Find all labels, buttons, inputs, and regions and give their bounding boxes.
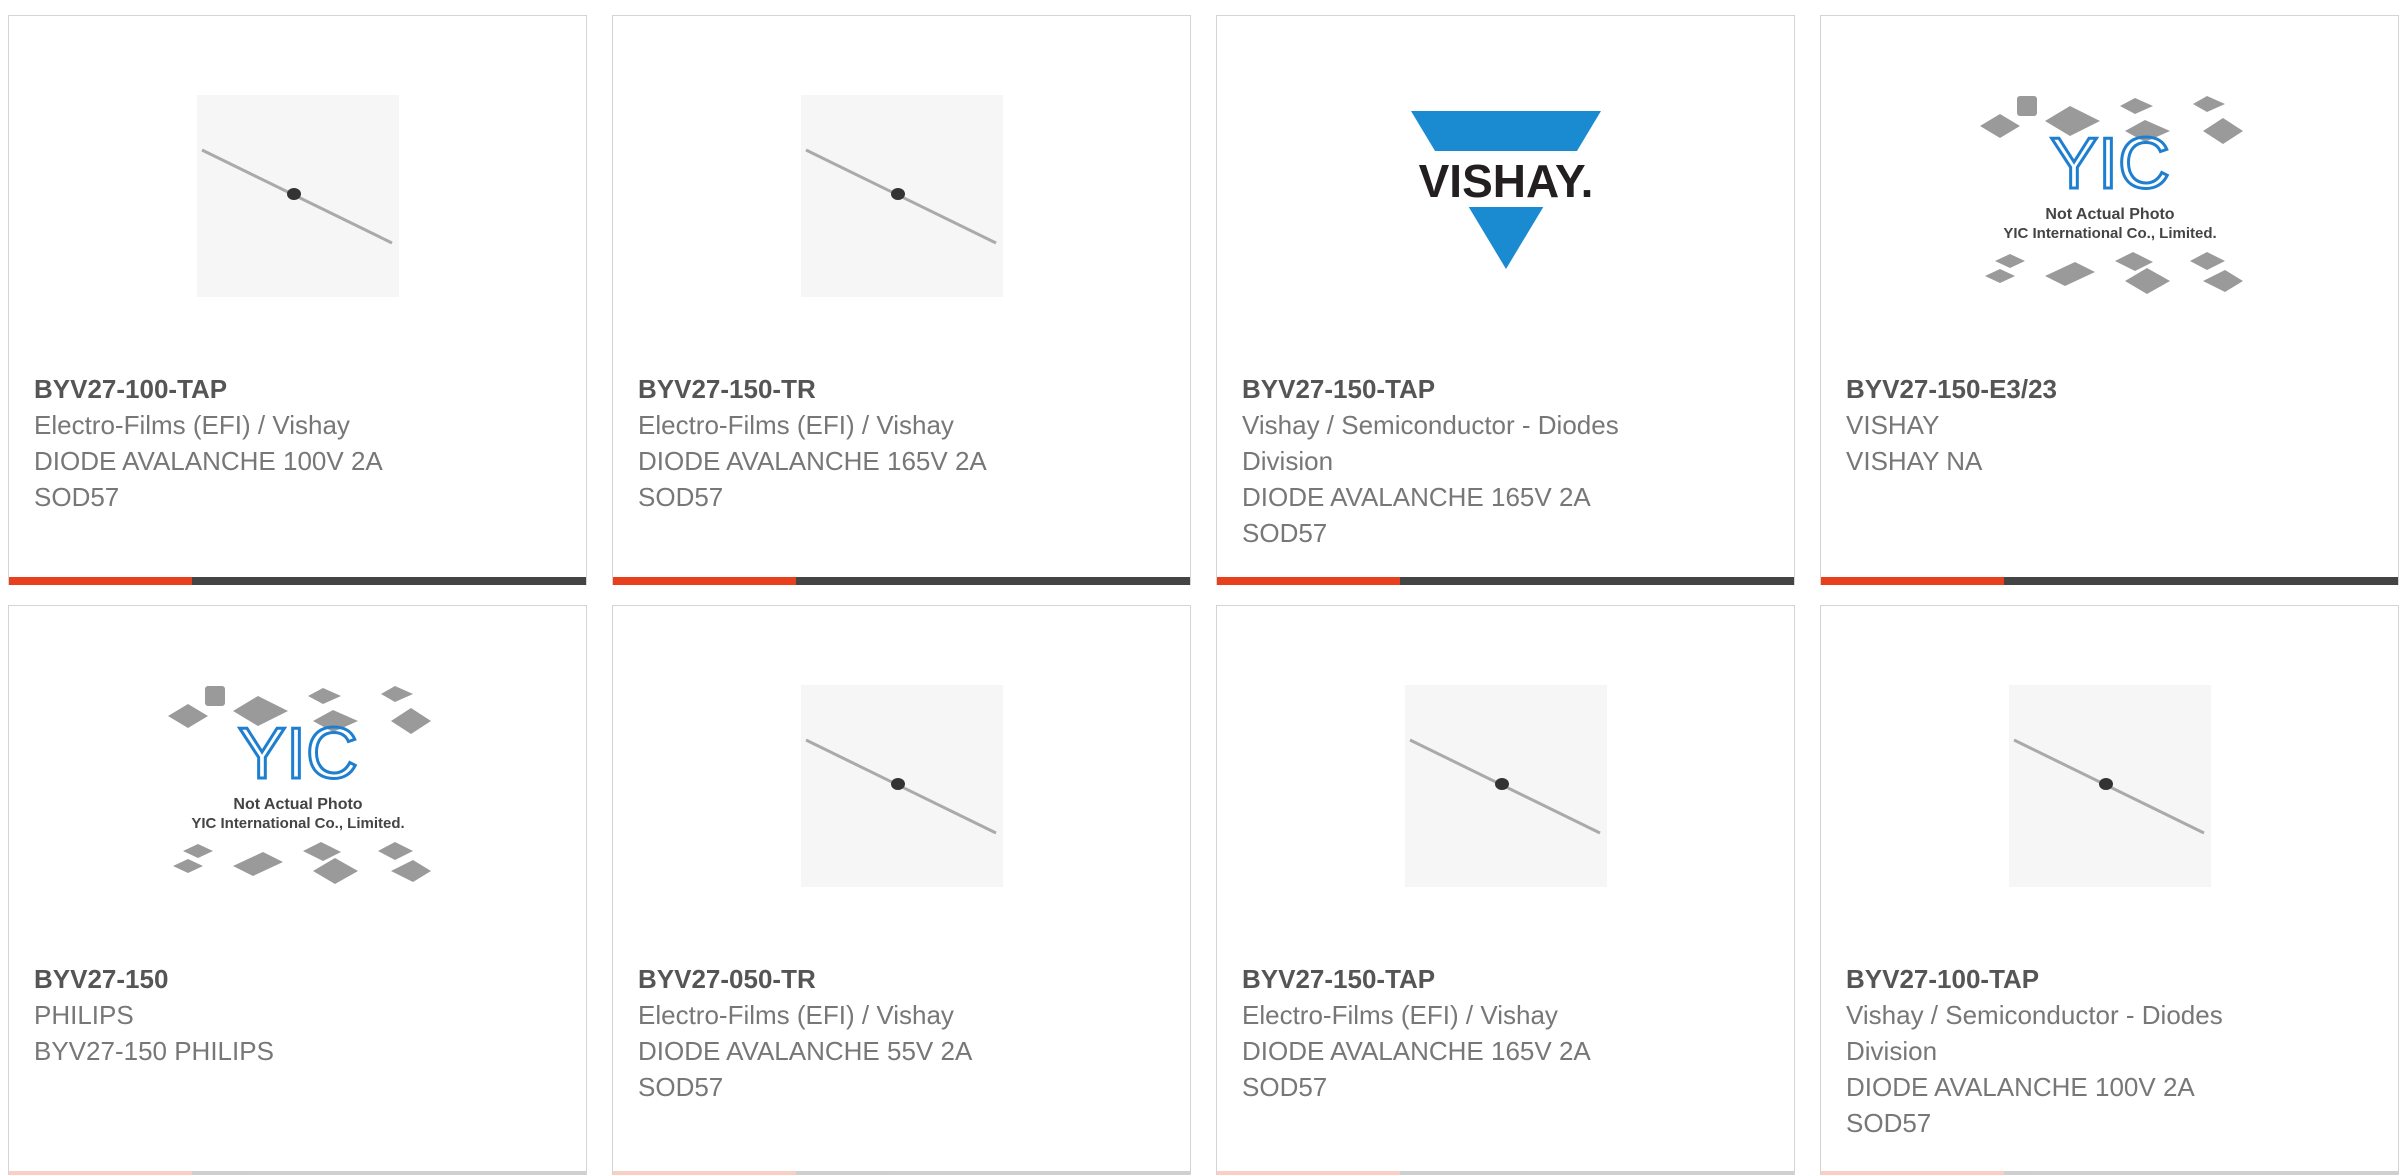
description: DIODE AVALANCHE 165V 2A — [1242, 482, 1591, 512]
part-number[interactable]: BYV27-100-TAP — [1846, 961, 2368, 997]
yic-logo-mark: YIC — [2049, 124, 2169, 204]
product-image[interactable] — [613, 16, 1190, 376]
card-bottom-bar — [1821, 1171, 2398, 1175]
part-number[interactable]: BYV27-100-TAP — [34, 371, 556, 407]
product-card[interactable]: YIC Not Actual Photo YIC International C… — [1820, 15, 2399, 585]
card-bottom-bar — [1821, 577, 2398, 585]
product-info: BYV27-100-TAP Electro-Films (EFI) / Vish… — [34, 371, 556, 515]
card-accent — [1821, 1171, 2004, 1175]
package: SOD57 — [1242, 518, 1328, 548]
yic-placeholder-icon: YIC Not Actual Photo YIC International C… — [167, 686, 431, 884]
diode-axial-icon — [800, 95, 1003, 297]
diode-axial-icon — [1404, 685, 1607, 887]
package: SOD57 — [34, 482, 120, 512]
description: DIODE AVALANCHE 55V 2A — [638, 1036, 973, 1066]
manufacturer: PHILIPS — [34, 1000, 134, 1030]
manufacturer-continued: Division — [1846, 1036, 1938, 1066]
product-grid: BYV27-100-TAP Electro-Films (EFI) / Vish… — [0, 0, 2400, 1175]
product-info: BYV27-150 PHILIPS BYV27-150 PHILIPS — [34, 961, 556, 1069]
manufacturer: Electro-Films (EFI) / Vishay — [1242, 1000, 1558, 1030]
package: SOD57 — [1846, 1108, 1932, 1138]
description: DIODE AVALANCHE 100V 2A — [34, 446, 383, 476]
product-info: BYV27-150-E3/23 VISHAY VISHAY NA — [1846, 371, 2368, 479]
description: DIODE AVALANCHE 165V 2A — [638, 446, 987, 476]
product-card[interactable]: BYV27-150-TAP Electro-Films (EFI) / Vish… — [1216, 605, 1795, 1175]
product-image[interactable]: VISHAY. — [1217, 16, 1794, 376]
product-info: BYV27-100-TAP Vishay / Semiconductor - D… — [1846, 961, 2368, 1141]
description: DIODE AVALANCHE 165V 2A — [1242, 1036, 1591, 1066]
card-bottom-bar — [1217, 1171, 1794, 1175]
part-number[interactable]: BYV27-150-TAP — [1242, 371, 1764, 407]
manufacturer: VISHAY — [1846, 410, 1940, 440]
package: SOD57 — [1242, 1072, 1328, 1102]
manufacturer-continued: Division — [1242, 446, 1334, 476]
diode-axial-icon — [196, 95, 399, 297]
manufacturer: Vishay / Semiconductor - Diodes — [1242, 410, 1619, 440]
manufacturer: Vishay / Semiconductor - Diodes — [1846, 1000, 2223, 1030]
manufacturer: Electro-Films (EFI) / Vishay — [638, 1000, 954, 1030]
diode-axial-icon — [2008, 685, 2211, 887]
card-bottom-bar — [613, 1171, 1190, 1175]
card-bottom-bar — [9, 577, 586, 585]
product-info: BYV27-150-TR Electro-Films (EFI) / Visha… — [638, 371, 1160, 515]
product-image[interactable] — [613, 606, 1190, 966]
part-number[interactable]: BYV27-150-E3/23 — [1846, 371, 2368, 407]
product-card[interactable]: YIC Not Actual Photo YIC International C… — [8, 605, 587, 1175]
manufacturer: Electro-Films (EFI) / Vishay — [34, 410, 350, 440]
manufacturer: Electro-Films (EFI) / Vishay — [638, 410, 954, 440]
package: SOD57 — [638, 1072, 724, 1102]
placeholder-company: YIC International Co., Limited. — [191, 815, 404, 832]
package: SOD57 — [638, 482, 724, 512]
card-bottom-bar — [1217, 577, 1794, 585]
card-bottom-bar — [9, 1171, 586, 1175]
placeholder-caption: Not Actual Photo — [2045, 206, 2174, 223]
description: VISHAY NA — [1846, 446, 1983, 476]
part-number[interactable]: BYV27-150 — [34, 961, 556, 997]
product-card[interactable]: VISHAY. BYV27-150-TAP Vishay / Semicondu… — [1216, 15, 1795, 585]
product-image[interactable]: YIC Not Actual Photo YIC International C… — [9, 606, 586, 966]
product-card[interactable]: BYV27-100-TAP Electro-Films (EFI) / Vish… — [8, 15, 587, 585]
product-card[interactable]: BYV27-050-TR Electro-Films (EFI) / Visha… — [612, 605, 1191, 1175]
placeholder-company: YIC International Co., Limited. — [2003, 225, 2216, 242]
part-number[interactable]: BYV27-150-TAP — [1242, 961, 1764, 997]
diode-axial-icon — [800, 685, 1003, 887]
placeholder-caption: Not Actual Photo — [233, 796, 362, 813]
vishay-logo-text: VISHAY. — [1418, 155, 1593, 207]
product-image[interactable]: YIC Not Actual Photo YIC International C… — [1821, 16, 2398, 376]
product-info: BYV27-150-TAP Vishay / Semiconductor - D… — [1242, 371, 1764, 551]
vishay-logo: VISHAY. — [1400, 91, 1611, 301]
product-info: BYV27-150-TAP Electro-Films (EFI) / Vish… — [1242, 961, 1764, 1105]
card-accent — [613, 1171, 796, 1175]
part-number[interactable]: BYV27-050-TR — [638, 961, 1160, 997]
card-bottom-bar — [613, 577, 1190, 585]
description: DIODE AVALANCHE 100V 2A — [1846, 1072, 2195, 1102]
product-card[interactable]: BYV27-100-TAP Vishay / Semiconductor - D… — [1820, 605, 2399, 1175]
card-accent — [1217, 577, 1400, 585]
part-number[interactable]: BYV27-150-TR — [638, 371, 1160, 407]
yic-placeholder-icon: YIC Not Actual Photo YIC International C… — [1979, 96, 2243, 294]
card-accent — [1821, 577, 2004, 585]
vishay-logo-graphic: VISHAY. — [1400, 111, 1611, 269]
product-image[interactable] — [1821, 606, 2398, 966]
card-accent — [9, 577, 192, 585]
card-accent — [1217, 1171, 1400, 1175]
product-info: BYV27-050-TR Electro-Films (EFI) / Visha… — [638, 961, 1160, 1105]
description: BYV27-150 PHILIPS — [34, 1036, 274, 1066]
card-accent — [613, 577, 796, 585]
product-image[interactable] — [1217, 606, 1794, 966]
product-image[interactable] — [9, 16, 586, 376]
product-card[interactable]: BYV27-150-TR Electro-Films (EFI) / Visha… — [612, 15, 1191, 585]
yic-logo-mark: YIC — [237, 714, 357, 794]
card-accent — [9, 1171, 192, 1175]
